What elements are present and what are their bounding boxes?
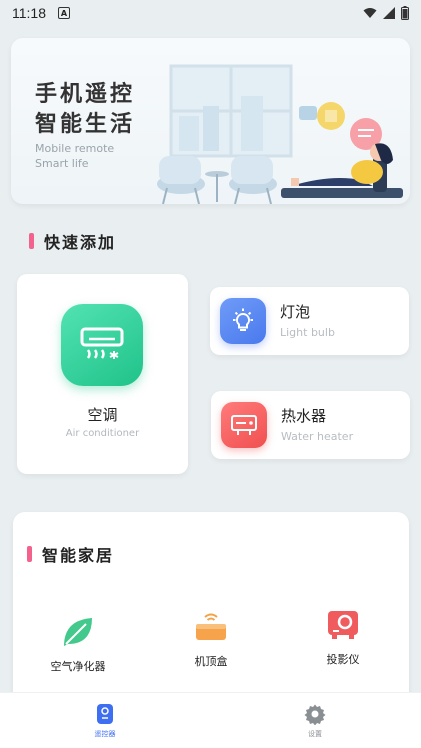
bottom-tab-bar: 遥控器 设置 (0, 692, 421, 748)
device-name: 灯泡 (280, 303, 311, 321)
smart-home-title: 智能家居 (42, 546, 115, 565)
device-name: 热水器 (281, 407, 327, 425)
light-bulb-icon (220, 298, 266, 344)
banner-title-line2: 智能生活 (35, 112, 136, 137)
gear-icon (304, 703, 326, 725)
air-conditioner-icon (61, 304, 143, 386)
smart-home-panel: 智能家居 空气净化器 机顶盒 投影仪 (13, 512, 409, 712)
banner-subtitle-line1: Mobile remote (35, 142, 115, 155)
tab-label: 遥控器 (94, 730, 116, 738)
banner-subtitle-line2: Smart life (35, 157, 89, 170)
smart-home-item-label: 空气净化器 (50, 660, 106, 673)
battery-icon (401, 6, 409, 20)
banner-title-line1: 手机遥控 (35, 82, 136, 107)
tab-settings[interactable]: 设置 (285, 703, 345, 739)
device-name: 空调 (87, 406, 118, 424)
wifi-icon (363, 8, 377, 18)
leaf-icon (58, 612, 98, 652)
device-subtitle: Air conditioner (65, 428, 140, 439)
quick-add-title: 快速添加 (44, 233, 117, 252)
remote-icon (94, 703, 116, 725)
smart-home-item-projector[interactable]: 投影仪 (288, 605, 398, 667)
signal-icon (383, 7, 395, 19)
projector-icon (323, 605, 363, 645)
set-top-box-icon (191, 607, 231, 647)
smart-home-heading: 智能家居 (27, 542, 114, 566)
status-time: 11:18 (12, 5, 46, 21)
section-accent-bar (29, 233, 34, 249)
device-subtitle: Water heater (281, 430, 354, 443)
banner-illustration (157, 64, 403, 204)
smart-home-item-label: 机顶盒 (194, 655, 228, 668)
smart-home-item-label: 投影仪 (326, 653, 360, 666)
status-bar: 11:18 A (0, 0, 421, 26)
device-card-air-conditioner[interactable]: 空调 Air conditioner (17, 274, 188, 474)
tab-label: 设置 (308, 730, 322, 738)
device-card-water-heater[interactable]: 热水器 Water heater (211, 391, 410, 459)
device-subtitle: Light bulb (280, 326, 335, 339)
smart-home-item-air-purifier[interactable]: 空气净化器 (23, 612, 133, 674)
smart-home-item-set-top-box[interactable]: 机顶盒 (156, 607, 266, 669)
tab-remote[interactable]: 遥控器 (75, 703, 135, 739)
promo-banner[interactable]: 手机遥控 智能生活 Mobile remote Smart life (11, 38, 410, 204)
quick-add-heading: 快速添加 (29, 229, 116, 253)
water-heater-icon (221, 402, 267, 448)
device-card-light-bulb[interactable]: 灯泡 Light bulb (210, 287, 409, 355)
section-accent-bar (27, 546, 32, 562)
sim-icon: A (58, 7, 70, 19)
